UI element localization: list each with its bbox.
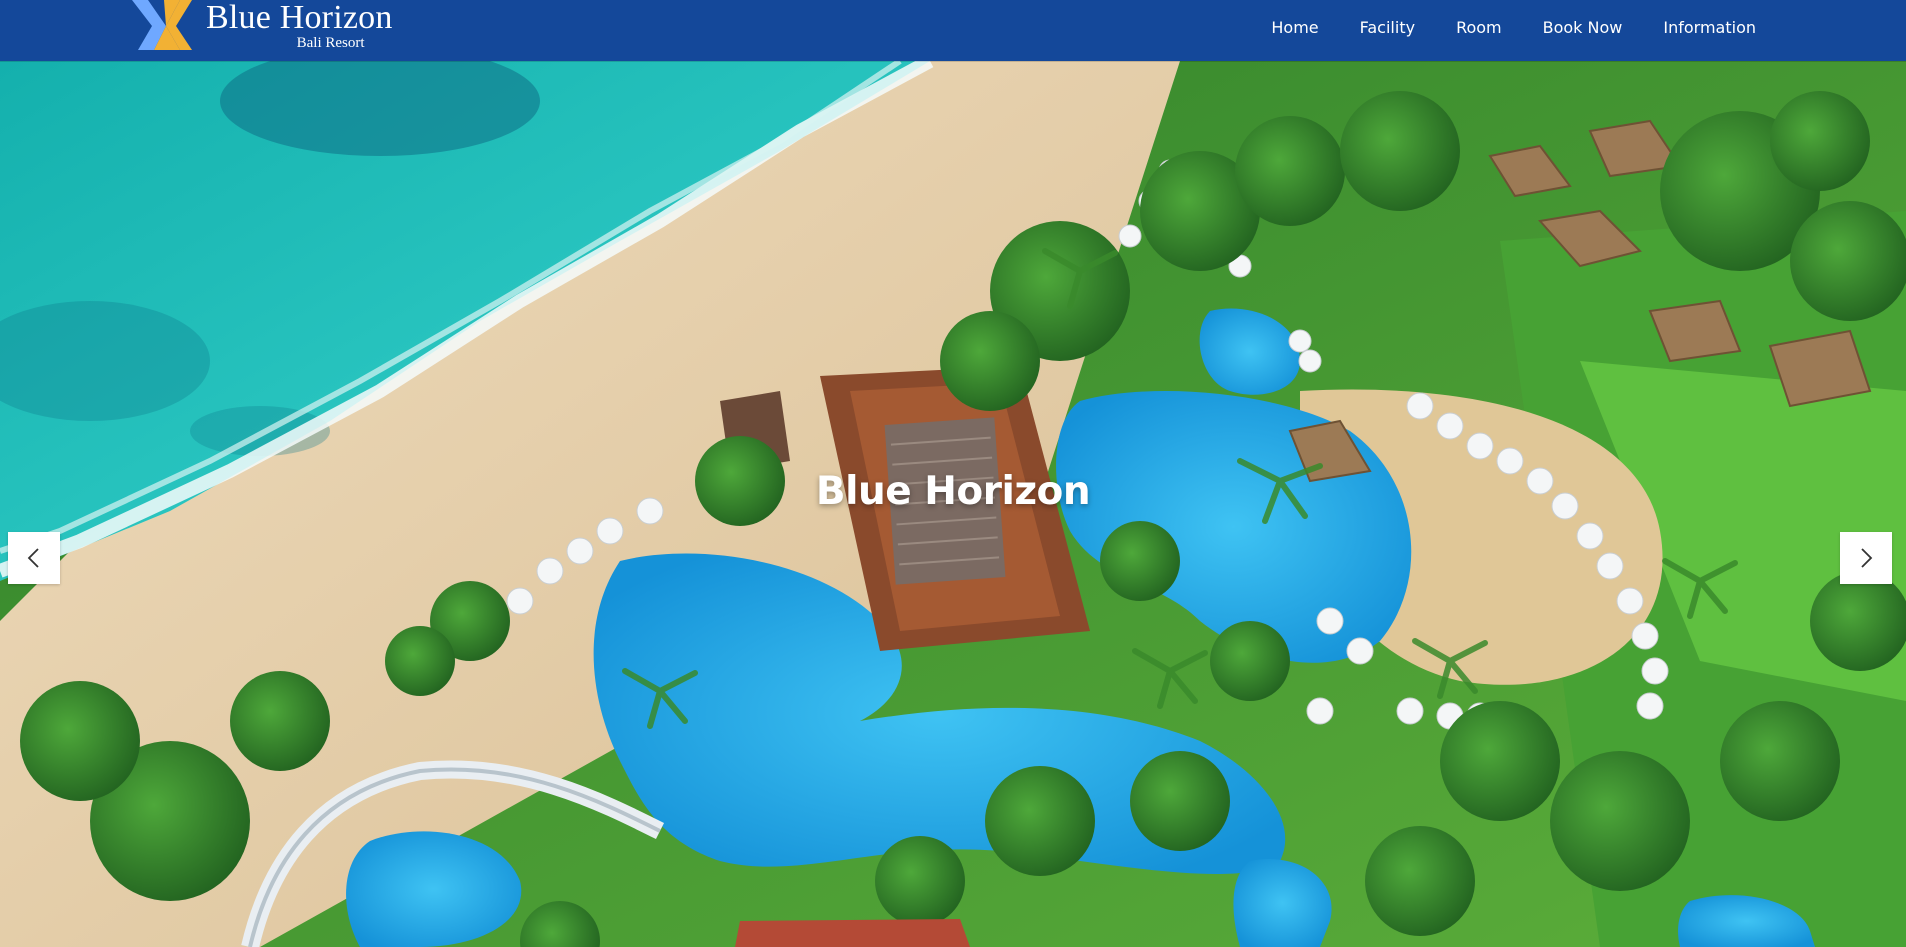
nav-item-room: Room [1456, 18, 1502, 38]
page: Blue Horizon Bali Resort Home Facility R… [0, 0, 1906, 947]
brand-subtitle: Bali Resort [296, 35, 365, 51]
chevron-right-icon [1858, 547, 1874, 569]
hero-title: Blue Horizon [815, 469, 1091, 514]
main-nav: Home Facility Room Book Now Information [1230, 0, 1756, 55]
nav-item-facility: Facility [1360, 18, 1415, 38]
nav-link-book-now[interactable]: Book Now [1543, 18, 1623, 37]
slider-prev-button[interactable] [8, 532, 60, 584]
hero-slider: Blue Horizon [0, 61, 1906, 947]
brand-logo-icon [130, 0, 196, 52]
brand-text: Blue Horizon Bali Resort [206, 0, 393, 51]
brand-logo-link[interactable]: Blue Horizon Bali Resort [130, 0, 393, 52]
nav-item-information: Information [1663, 18, 1756, 38]
chevron-left-icon [26, 547, 42, 569]
nav-item-book-now: Book Now [1543, 18, 1623, 38]
nav-link-room[interactable]: Room [1456, 18, 1502, 37]
slider-next-button[interactable] [1840, 532, 1892, 584]
nav-item-home: Home [1271, 18, 1318, 38]
nav-link-facility[interactable]: Facility [1360, 18, 1415, 37]
nav-link-information[interactable]: Information [1663, 18, 1756, 37]
brand-name: Blue Horizon [206, 0, 393, 36]
navbar: Blue Horizon Bali Resort Home Facility R… [0, 0, 1906, 61]
nav-link-home[interactable]: Home [1271, 18, 1318, 37]
